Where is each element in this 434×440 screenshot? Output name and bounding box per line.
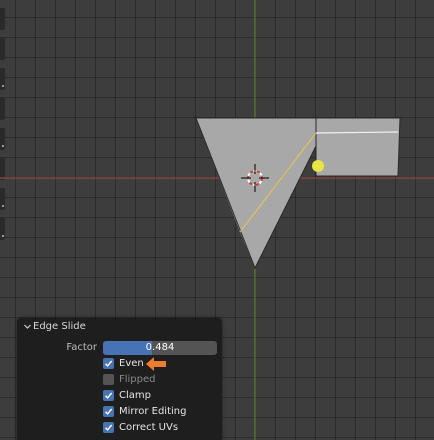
panel-title: Edge Slide [33, 321, 86, 332]
mesh-face[interactable] [316, 118, 400, 176]
factor-label: Factor [66, 342, 97, 353]
checkmark-icon [104, 408, 113, 415]
checkbox-label: Correct UVs [119, 422, 179, 433]
checkbox-box[interactable] [103, 390, 114, 401]
checkbox-box[interactable] [103, 406, 114, 417]
checkbox-label: Even [119, 358, 144, 369]
checkmark-icon [104, 392, 113, 399]
checkbox-label: Clamp [119, 390, 151, 401]
arrow-left-icon [146, 357, 166, 371]
checkbox-box[interactable] [103, 422, 114, 433]
checkbox-label: Mirror Editing [119, 406, 187, 417]
factor-slider[interactable]: 0.484 [103, 341, 217, 355]
checkbox-box[interactable] [103, 358, 114, 369]
chevron-down-icon[interactable] [23, 322, 32, 331]
checkbox-box[interactable] [103, 374, 114, 385]
panel-header[interactable]: Edge Slide [17, 318, 222, 336]
checkmark-icon [104, 360, 113, 367]
operator-panel: Edge Slide Factor 0.484 Even Flipped Cla… [17, 318, 222, 440]
checkbox-label: Flipped [119, 374, 156, 385]
checkmark-icon [104, 424, 113, 431]
factor-value: 0.484 [145, 342, 175, 353]
vertex-highlight[interactable] [312, 160, 324, 172]
